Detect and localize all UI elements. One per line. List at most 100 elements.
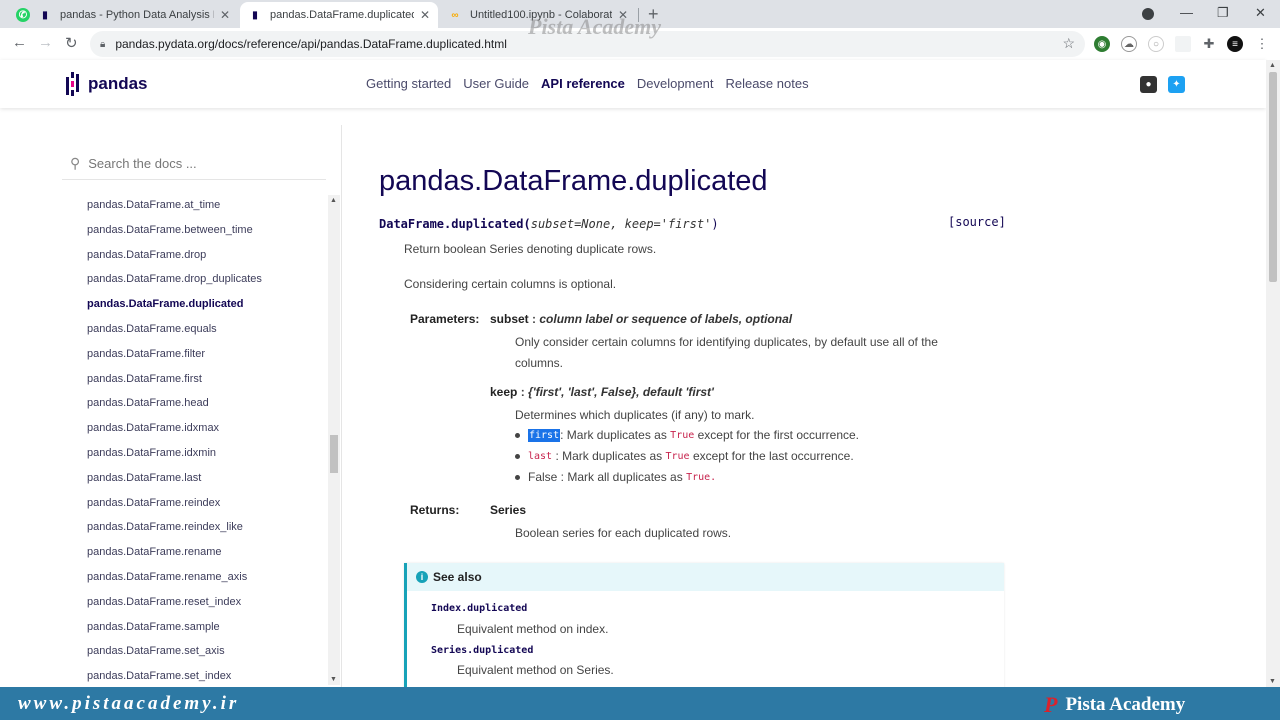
- sidebar-item[interactable]: pandas.DataFrame.filter: [87, 346, 262, 371]
- bullet-dot: [515, 453, 520, 459]
- sidebar-item[interactable]: pandas.DataFrame.head: [87, 395, 262, 420]
- signature-name: DataFrame.duplicated(: [379, 217, 531, 231]
- bullet-text: : Mark duplicates as: [555, 449, 663, 463]
- info-icon: i: [416, 571, 428, 583]
- sidebar-item[interactable]: pandas.DataFrame.rename_axis: [87, 569, 262, 594]
- code-first-selected: first: [528, 428, 561, 442]
- see-also-desc: Equivalent method on index.: [457, 622, 609, 636]
- browser-menu-icon[interactable]: ⋮: [1254, 36, 1270, 52]
- see-also-box: i See also Index.duplicated Equivalent m…: [404, 563, 1004, 693]
- pandas-logo-icon: [66, 72, 82, 96]
- sidebar-item[interactable]: pandas.DataFrame.drop: [87, 247, 262, 272]
- sidebar-scrollbar[interactable]: ▲ ▼: [328, 195, 340, 685]
- window-close-icon[interactable]: ✕: [1255, 5, 1266, 21]
- scroll-up-icon[interactable]: ▲: [330, 197, 337, 204]
- sidebar-item[interactable]: pandas.DataFrame.drop_duplicates: [87, 271, 262, 296]
- minimize-icon[interactable]: —: [1180, 5, 1193, 20]
- param-type: {'first', 'last', False}, default 'first…: [528, 385, 714, 399]
- close-icon[interactable]: ✕: [220, 8, 230, 22]
- reload-icon[interactable]: ↻: [65, 34, 78, 52]
- footer-brand: P Pista Academy: [1044, 692, 1185, 718]
- param-name: keep: [490, 385, 518, 399]
- sidebar-item[interactable]: pandas.DataFrame.idxmin: [87, 445, 262, 470]
- nav-api-reference[interactable]: API reference: [541, 76, 625, 91]
- sidebar-item-current[interactable]: pandas.DataFrame.duplicated: [87, 296, 262, 321]
- sidebar-item[interactable]: pandas.DataFrame.at_time: [87, 197, 262, 222]
- returns-label: Returns:: [410, 503, 460, 517]
- returns-desc: Boolean series for each duplicated rows.: [515, 526, 732, 540]
- source-link[interactable]: [source]: [948, 215, 1006, 229]
- nav-user-guide[interactable]: User Guide: [463, 76, 529, 91]
- nav-getting-started[interactable]: Getting started: [366, 76, 451, 91]
- sidebar-scroll-thumb[interactable]: [330, 435, 338, 473]
- summary-text: Return boolean Series denoting duplicate…: [404, 242, 657, 256]
- sidebar-item[interactable]: pandas.DataFrame.reindex: [87, 495, 262, 520]
- watermark-top: Pista Academy: [528, 14, 661, 39]
- profile-dropdown-icon[interactable]: [1142, 8, 1154, 20]
- url-text: pandas.pydata.org/docs/reference/api/pan…: [115, 37, 507, 51]
- returns-type: Series: [490, 503, 527, 517]
- close-icon[interactable]: ✕: [420, 8, 430, 22]
- list-item: last : Mark duplicates as True except fo…: [515, 449, 854, 463]
- see-also-link-series[interactable]: Series.duplicated: [431, 645, 533, 656]
- nav-development[interactable]: Development: [637, 76, 714, 91]
- bullet-tail: except for the last occurrence.: [692, 449, 854, 463]
- profile-avatar[interactable]: ≡: [1227, 36, 1243, 52]
- sidebar-item[interactable]: pandas.DataFrame.between_time: [87, 222, 262, 247]
- back-icon[interactable]: ←: [12, 34, 27, 51]
- list-item: False : Mark all duplicates as True.: [515, 470, 716, 484]
- extension-globe-icon[interactable]: ◉: [1094, 36, 1110, 52]
- footer-brand-name: Pista Academy: [1065, 694, 1186, 715]
- list-item: first : Mark duplicates as True except f…: [515, 428, 859, 442]
- bullet-dot: [515, 474, 520, 480]
- sidebar-item[interactable]: pandas.DataFrame.reset_index: [87, 594, 262, 619]
- nav-release-notes[interactable]: Release notes: [725, 76, 808, 91]
- sidebar-item[interactable]: pandas.DataFrame.reindex_like: [87, 519, 262, 544]
- extensions-puzzle-icon[interactable]: ✚: [1201, 36, 1217, 52]
- forward-icon[interactable]: →: [38, 34, 53, 51]
- subset-desc-line1: Only consider certain columns for identi…: [515, 335, 938, 349]
- pandas-logo[interactable]: pandas: [66, 72, 148, 96]
- sidebar-item[interactable]: pandas.DataFrame.idxmax: [87, 420, 262, 445]
- signature-args: subset=None, keep='first': [530, 217, 712, 231]
- twitter-icon[interactable]: ✦: [1168, 76, 1185, 93]
- sidebar-item[interactable]: pandas.DataFrame.equals: [87, 321, 262, 346]
- sidebar: ⚲ Search the docs ... pandas.DataFrame.a…: [62, 125, 342, 687]
- search-input[interactable]: Search the docs ...: [88, 156, 196, 171]
- page-scrollbar[interactable]: ▲ ▼: [1266, 60, 1280, 687]
- see-also-header: i See also: [407, 563, 1004, 591]
- maximize-icon[interactable]: ❐: [1217, 5, 1229, 21]
- extension-square-icon[interactable]: [1175, 36, 1191, 52]
- bookmark-star-icon[interactable]: ☆: [1062, 35, 1075, 52]
- search-box[interactable]: ⚲ Search the docs ...: [70, 155, 197, 172]
- sidebar-list: pandas.DataFrame.at_time pandas.DataFram…: [87, 197, 262, 693]
- see-also-link-index[interactable]: Index.duplicated: [431, 603, 527, 614]
- see-also-desc: Equivalent method on Series.: [457, 663, 614, 677]
- param-type: column label or sequence of labels, opti…: [539, 312, 793, 326]
- tab-title: pandas - Python Data Analysis Li: [60, 9, 214, 21]
- github-icon[interactable]: ●: [1140, 76, 1157, 93]
- extension-cloud-icon[interactable]: ☁: [1121, 36, 1137, 52]
- sidebar-item[interactable]: pandas.DataFrame.first: [87, 371, 262, 396]
- lock-icon: 🔒︎: [100, 38, 106, 50]
- sidebar-item[interactable]: pandas.DataFrame.last: [87, 470, 262, 495]
- page-scroll-thumb[interactable]: [1269, 72, 1277, 282]
- code-last: last: [528, 450, 553, 462]
- whatsapp-icon: ✆: [16, 8, 30, 22]
- sidebar-item[interactable]: pandas.DataFrame.set_axis: [87, 643, 262, 668]
- scroll-down-icon[interactable]: ▼: [1269, 678, 1276, 685]
- parameters-label: Parameters:: [410, 312, 480, 326]
- function-signature: DataFrame.duplicated(subset=None, keep='…: [379, 217, 719, 231]
- tab-duplicated[interactable]: ▮ pandas.DataFrame.duplicated — ✕: [240, 2, 438, 28]
- tab-pandas-home[interactable]: ✆ ▮ pandas - Python Data Analysis Li ✕: [8, 2, 238, 28]
- sidebar-item[interactable]: pandas.DataFrame.sample: [87, 619, 262, 644]
- scroll-down-icon[interactable]: ▼: [330, 676, 337, 683]
- param-keep: keep : {'first', 'last', False}, default…: [490, 385, 714, 399]
- sidebar-item[interactable]: pandas.DataFrame.rename: [87, 544, 262, 569]
- signature-close: ): [711, 217, 719, 231]
- scroll-up-icon[interactable]: ▲: [1269, 62, 1276, 69]
- colab-icon: ∞: [451, 9, 459, 21]
- extension-circle-icon[interactable]: ○: [1148, 36, 1164, 52]
- code-true: True: [665, 450, 690, 462]
- top-nav: Getting started User Guide API reference…: [366, 76, 821, 91]
